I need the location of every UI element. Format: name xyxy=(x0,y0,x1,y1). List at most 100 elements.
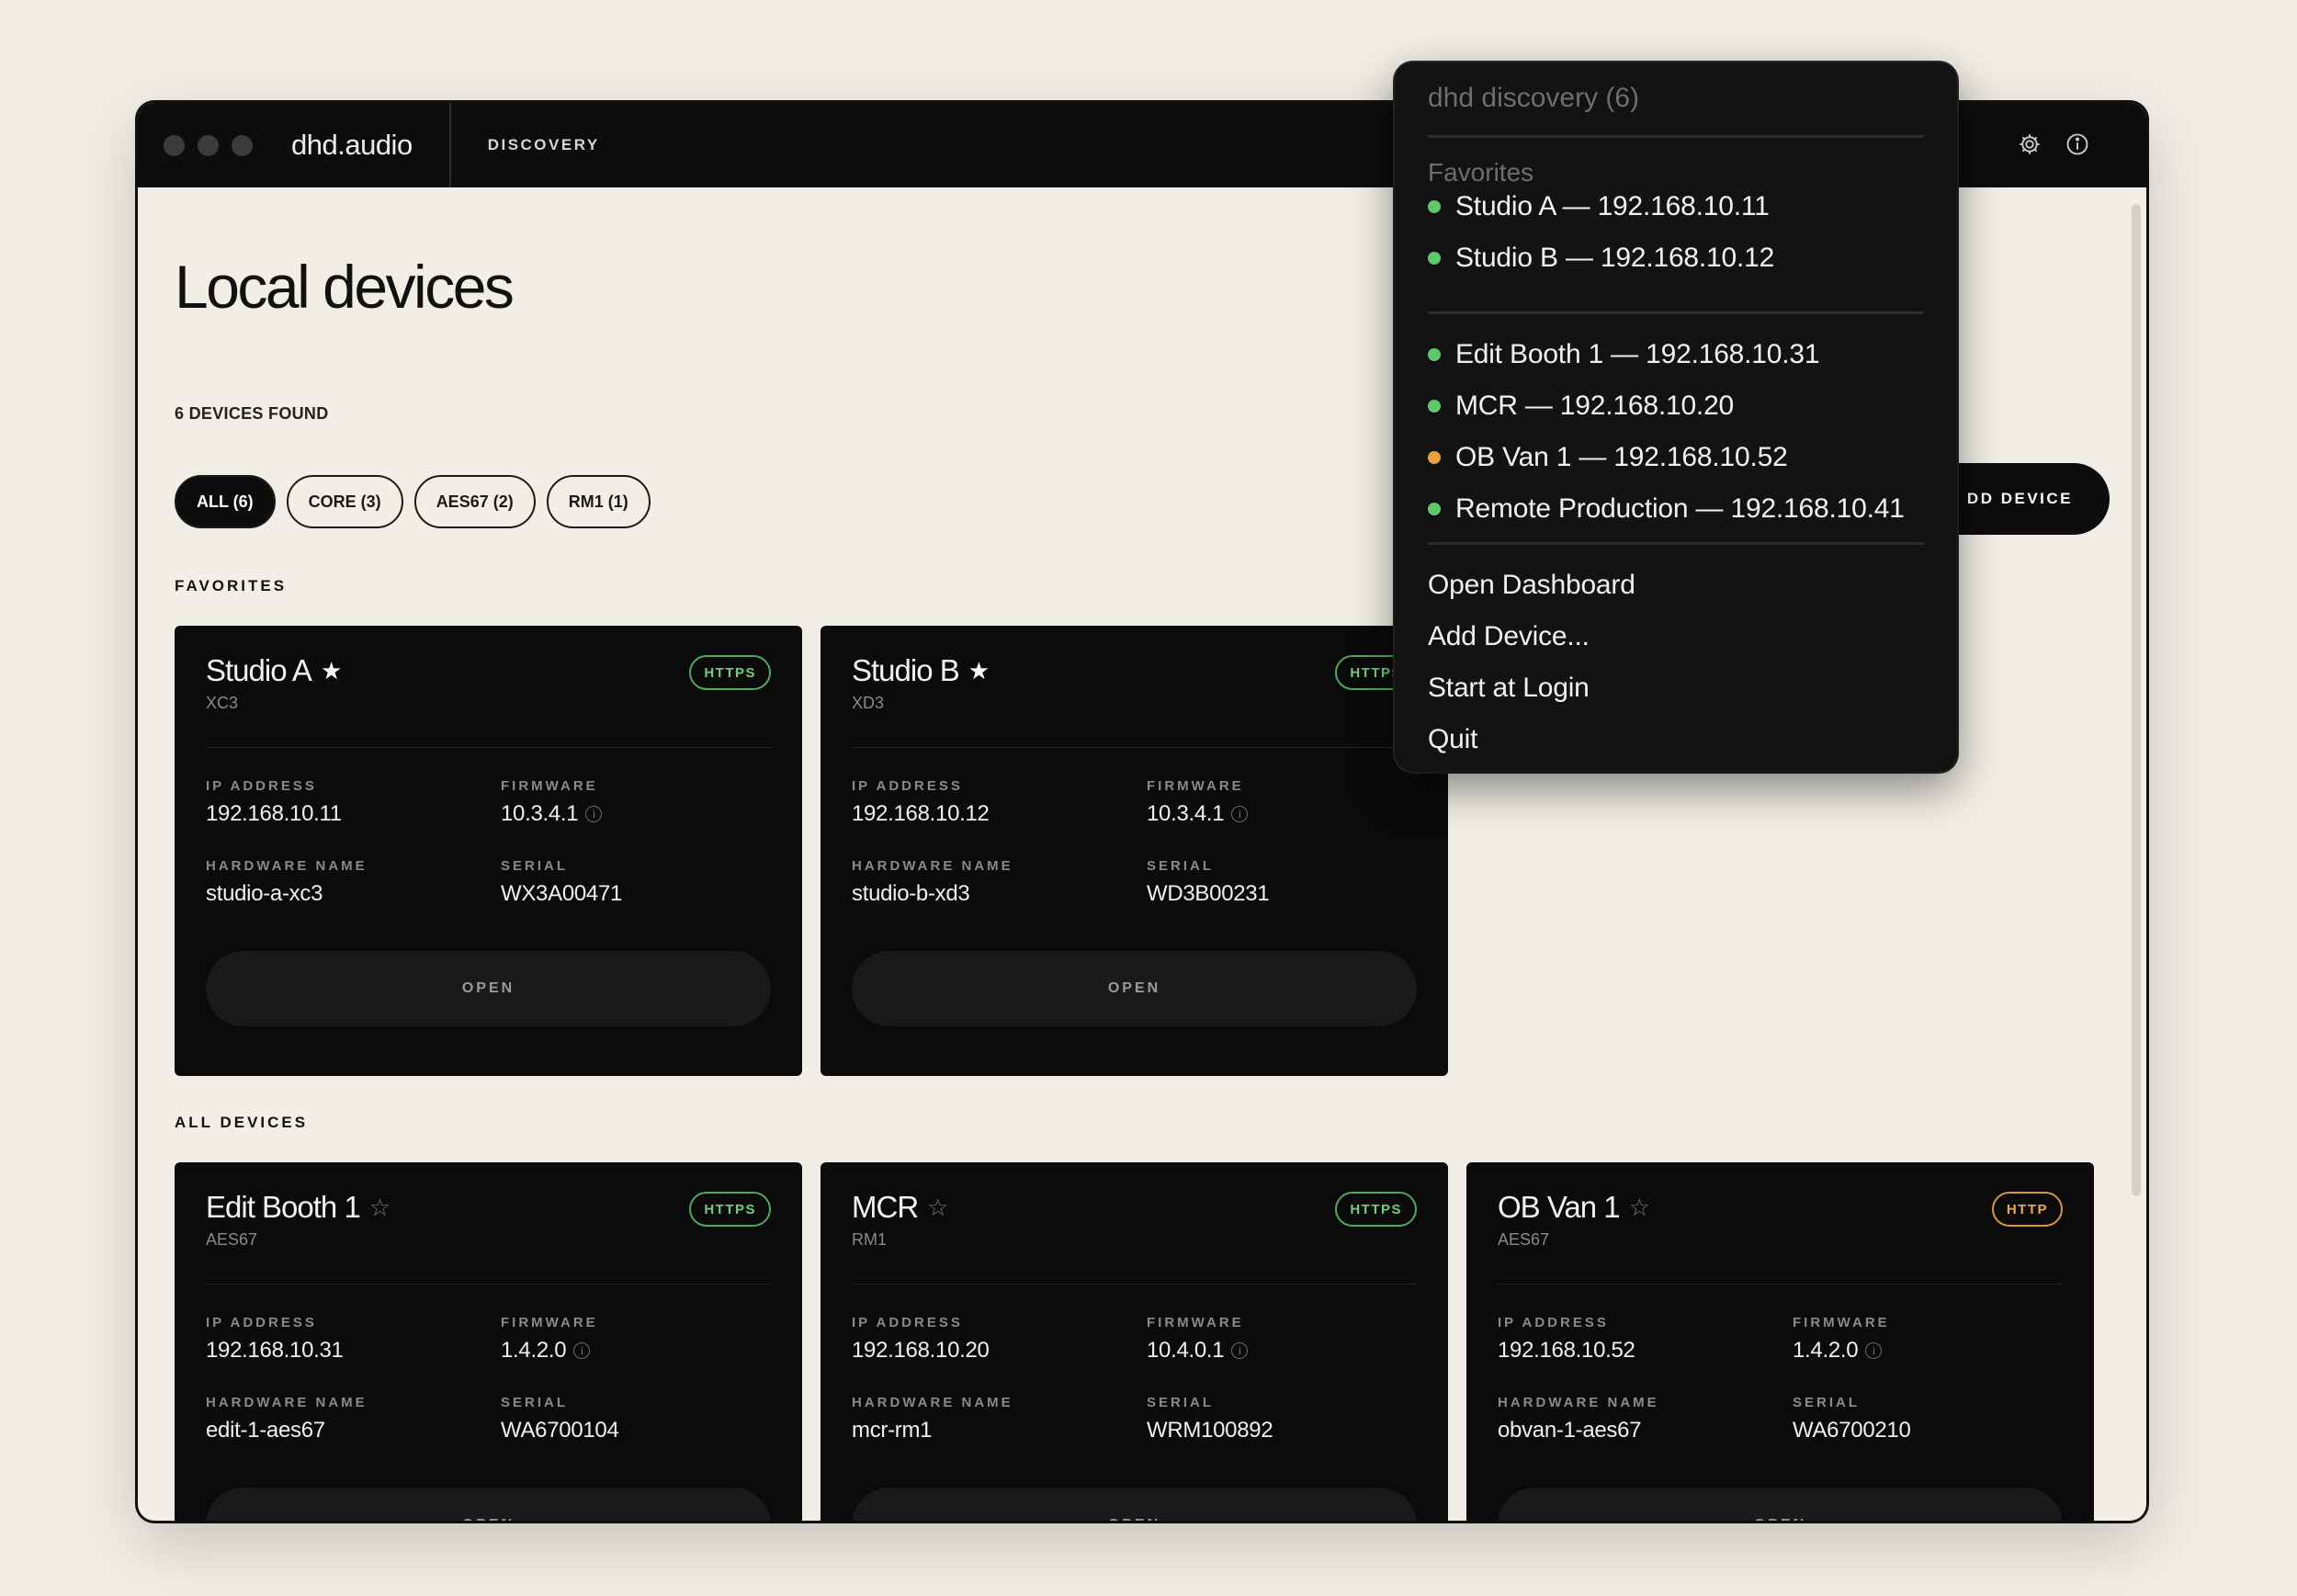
device-card-ob-van-1: OB Van 1 ☆ AES67 HTTP IP ADDRESS 192.168… xyxy=(1466,1162,2094,1521)
device-name: OB Van 1 xyxy=(1498,1190,1621,1224)
status-dot-icon xyxy=(1428,400,1441,413)
firmware-field: FIRMWARE 10.4.0.1 i xyxy=(1147,1315,1249,1364)
device-card-mcr: MCR ☆ RM1 HTTPS IP ADDRESS 192.168.10.20… xyxy=(820,1162,1448,1521)
info-button[interactable] xyxy=(2064,130,2091,158)
menu-item-label: Quit xyxy=(1428,724,1478,754)
device-card-studio-b: Studio B ★ XD3 HTTPS IP ADDRESS 192.168.… xyxy=(820,626,1448,1076)
app-brand: dhd.audio xyxy=(291,129,413,161)
device-model: XD3 xyxy=(852,694,885,712)
serial-label: SERIAL xyxy=(1793,1395,1861,1410)
hardware-value: edit-1-aes67 xyxy=(206,1418,325,1443)
menu-item-quit[interactable]: Quit xyxy=(1428,724,1477,755)
menu-item-remote-production[interactable]: Remote Production — 192.168.10.41 xyxy=(1428,493,1905,525)
open-button[interactable]: OPEN xyxy=(206,951,771,1026)
star-outline-icon[interactable]: ☆ xyxy=(369,1194,390,1222)
serial-field: SERIAL WA6700104 xyxy=(501,1395,619,1443)
ip-field: IP ADDRESS 192.168.10.11 xyxy=(206,778,342,827)
device-name: MCR xyxy=(852,1190,919,1224)
tab-discovery[interactable]: DISCOVERY xyxy=(488,136,600,154)
device-name: Studio A xyxy=(206,653,312,687)
discovery-menu: dhd discovery (6) Favorites Studio A — 1… xyxy=(1395,62,1957,772)
open-button[interactable]: OPEN xyxy=(206,1488,771,1521)
star-outline-icon[interactable]: ☆ xyxy=(927,1194,948,1222)
firmware-value: 1.4.2.0 xyxy=(501,1338,567,1363)
open-button[interactable]: OPEN xyxy=(1498,1488,2063,1521)
card-divider xyxy=(852,1284,1417,1285)
serial-value: WA6700210 xyxy=(1793,1418,1911,1443)
firmware-label: FIRMWARE xyxy=(1793,1315,1890,1330)
menu-favorites-heading: Favorites xyxy=(1428,158,1534,187)
ip-label: IP ADDRESS xyxy=(206,778,317,794)
info-icon[interactable]: i xyxy=(1231,806,1249,822)
menu-item-studio-a[interactable]: Studio A — 192.168.10.11 xyxy=(1428,191,1770,222)
info-icon[interactable]: i xyxy=(585,806,603,822)
info-icon[interactable]: i xyxy=(1865,1342,1883,1359)
star-filled-icon[interactable]: ★ xyxy=(321,657,342,685)
card-divider xyxy=(1498,1284,2063,1285)
menu-item-add-device[interactable]: Add Device... xyxy=(1428,621,1590,652)
serial-value: WX3A00471 xyxy=(501,881,623,906)
menu-item-open-dashboard[interactable]: Open Dashboard xyxy=(1428,570,1635,601)
firmware-value: 1.4.2.0 xyxy=(1793,1338,1859,1363)
firmware-value: 10.3.4.1 xyxy=(1147,801,1225,826)
open-button[interactable]: OPEN xyxy=(852,951,1417,1026)
filter-chip-aes67[interactable]: AES67 (2) xyxy=(413,475,536,528)
firmware-field: FIRMWARE 10.3.4.1 i xyxy=(501,778,603,827)
info-icon xyxy=(2066,133,2088,155)
protocol-badge: HTTPS xyxy=(689,655,771,690)
card-divider xyxy=(852,747,1417,748)
menu-item-mcr[interactable]: MCR — 192.168.10.20 xyxy=(1428,391,1734,422)
firmware-value: 10.3.4.1 xyxy=(501,801,579,826)
filter-chip-rm1[interactable]: RM1 (1) xyxy=(546,475,651,528)
ip-field: IP ADDRESS 192.168.10.12 xyxy=(852,778,990,827)
menu-item-studio-b[interactable]: Studio B — 192.168.10.12 xyxy=(1428,243,1774,274)
info-icon[interactable]: i xyxy=(573,1342,591,1359)
device-card-edit-booth-1: Edit Booth 1 ☆ AES67 HTTPS IP ADDRESS 19… xyxy=(175,1162,802,1521)
serial-label: SERIAL xyxy=(1147,1395,1215,1410)
protocol-badge: HTTPS xyxy=(689,1192,771,1227)
ip-field: IP ADDRESS 192.168.10.52 xyxy=(1498,1315,1635,1364)
firmware-field: FIRMWARE 1.4.2.0 i xyxy=(1793,1315,1890,1364)
page-title: Local devices xyxy=(175,253,515,321)
status-dot-icon xyxy=(1428,252,1441,265)
device-model: AES67 xyxy=(206,1230,258,1249)
firmware-label: FIRMWARE xyxy=(1147,778,1244,794)
serial-label: SERIAL xyxy=(501,1395,569,1410)
ip-label: IP ADDRESS xyxy=(1498,1315,1609,1330)
zoom-window-button[interactable] xyxy=(232,134,253,156)
menu-item-ob-van-1[interactable]: OB Van 1 — 192.168.10.52 xyxy=(1428,442,1788,473)
device-name-row: MCR ☆ xyxy=(852,1190,948,1225)
serial-value: WRM100892 xyxy=(1147,1418,1273,1443)
serial-field: SERIAL WRM100892 xyxy=(1147,1395,1273,1443)
device-name-row: Studio B ★ xyxy=(852,653,990,688)
device-name-row: Studio A ★ xyxy=(206,653,342,688)
filter-chip-all[interactable]: ALL (6) xyxy=(175,475,276,528)
firmware-field: FIRMWARE 1.4.2.0 i xyxy=(501,1315,598,1364)
hardware-field: HARDWARE NAME obvan-1-aes67 xyxy=(1498,1395,1659,1443)
ip-value: 192.168.10.11 xyxy=(206,801,342,826)
card-divider xyxy=(206,747,771,748)
hardware-value: studio-b-xd3 xyxy=(852,881,970,906)
minimize-window-button[interactable] xyxy=(198,134,219,156)
star-outline-icon[interactable]: ☆ xyxy=(1629,1194,1650,1222)
menu-item-start-at-login[interactable]: Start at Login xyxy=(1428,673,1590,704)
menu-item-edit-booth-1[interactable]: Edit Booth 1 — 192.168.10.31 xyxy=(1428,339,1820,370)
protocol-badge: HTTP xyxy=(1991,1192,2063,1227)
device-card-studio-a: Studio A ★ XC3 HTTPS IP ADDRESS 192.168.… xyxy=(175,626,802,1076)
menu-item-label: Remote Production — 192.168.10.41 xyxy=(1455,493,1905,524)
ip-field: IP ADDRESS 192.168.10.20 xyxy=(852,1315,990,1364)
firmware-field: FIRMWARE 10.3.4.1 i xyxy=(1147,778,1249,827)
filter-chip-core[interactable]: CORE (3) xyxy=(286,475,403,528)
scrollbar[interactable] xyxy=(2132,204,2141,1196)
info-icon[interactable]: i xyxy=(1231,1342,1249,1359)
settings-button[interactable] xyxy=(2016,130,2043,158)
close-window-button[interactable] xyxy=(164,134,185,156)
all-devices-heading: ALL DEVICES xyxy=(175,1114,309,1131)
star-filled-icon[interactable]: ★ xyxy=(968,657,990,685)
open-button[interactable]: OPEN xyxy=(852,1488,1417,1521)
window-controls xyxy=(164,134,253,156)
status-dot-icon xyxy=(1428,451,1441,464)
title-divider xyxy=(448,103,451,187)
status-dot-icon xyxy=(1428,200,1441,213)
favorites-heading: FAVORITES xyxy=(175,577,288,594)
